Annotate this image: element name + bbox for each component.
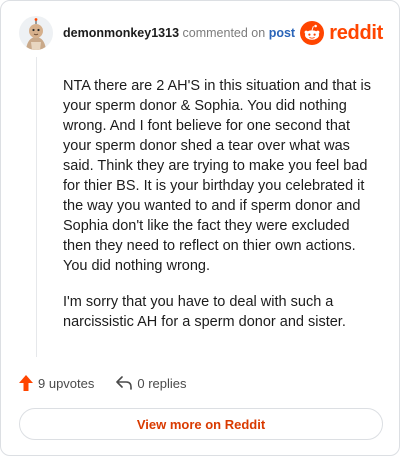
upvote-button[interactable]: 9 upvotes xyxy=(19,375,94,391)
avatar[interactable] xyxy=(19,16,53,50)
reddit-wordmark: reddit xyxy=(329,21,383,44)
comment-header: demonmonkey1313 commented on post reddit xyxy=(19,15,383,51)
avatar-image xyxy=(19,16,53,50)
comment-paragraph: NTA there are 2 AH'S in this situation a… xyxy=(63,78,371,274)
reply-button[interactable]: 0 replies xyxy=(116,375,187,391)
comment-meta: demonmonkey1313 commented on post xyxy=(63,26,300,40)
comment-paragraph: I'm sorry that you have to deal with suc… xyxy=(63,294,346,330)
username-link[interactable]: demonmonkey1313 xyxy=(63,26,179,40)
action-text: commented on xyxy=(182,26,266,40)
upvote-count: 9 upvotes xyxy=(38,375,95,391)
post-link[interactable]: post xyxy=(269,26,295,40)
upvote-arrow-icon xyxy=(19,375,33,391)
comment-embed-card: demonmonkey1313 commented on post reddit… xyxy=(0,0,400,456)
view-more-button[interactable]: View more on Reddit xyxy=(19,408,383,440)
reddit-brand[interactable]: reddit xyxy=(300,21,383,45)
thread-line xyxy=(36,57,37,357)
reply-count: 0 replies xyxy=(137,375,187,391)
reply-arrow-icon xyxy=(116,376,133,390)
comment-body: NTA there are 2 AH'S in this situation a… xyxy=(63,76,381,348)
reddit-logo-icon xyxy=(300,21,325,45)
comment-actions: 9 upvotes 0 replies xyxy=(19,373,209,393)
